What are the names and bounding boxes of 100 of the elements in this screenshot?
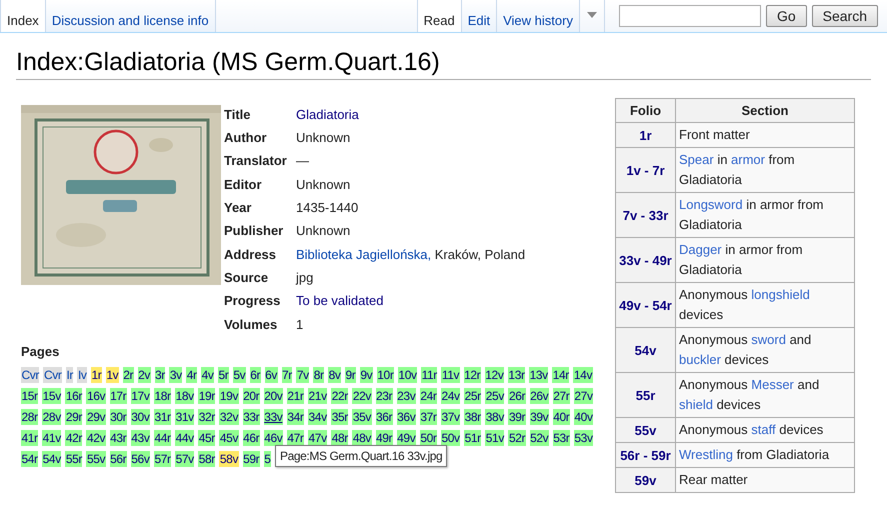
page-link[interactable]: 37v xyxy=(440,409,460,426)
page-link[interactable]: 29v xyxy=(86,409,106,426)
page-link[interactable]: 25v xyxy=(485,388,504,404)
page-link[interactable]: 36r xyxy=(376,409,393,426)
search-field[interactable] xyxy=(618,5,761,27)
page-link[interactable]: 6v xyxy=(264,367,278,384)
page-link[interactable]: 27v xyxy=(574,388,594,404)
page-link[interactable]: 45r xyxy=(198,430,216,446)
page-link[interactable]: 11v xyxy=(441,367,460,384)
page-link[interactable]: 46r xyxy=(242,430,260,446)
page-link[interactable]: Iv xyxy=(77,367,88,384)
page-link[interactable]: 51v xyxy=(485,430,504,446)
page-link[interactable]: 19v xyxy=(219,388,239,404)
page-link[interactable]: 59r xyxy=(242,451,260,468)
page-link[interactable]: 52r xyxy=(508,430,526,446)
dropdown-button[interactable] xyxy=(578,0,605,32)
page-link[interactable]: 28r xyxy=(21,409,38,426)
link[interactable]: Wrestling xyxy=(679,447,733,462)
link[interactable]: buckler xyxy=(679,352,721,367)
page-link[interactable]: 55v xyxy=(86,451,106,468)
link[interactable]: Messer xyxy=(751,377,794,392)
page-link[interactable]: 35r xyxy=(331,409,348,426)
page-link[interactable]: 23r xyxy=(376,388,393,404)
field-link[interactable]: Gladiatoria xyxy=(296,104,359,124)
tab[interactable]: Read xyxy=(416,0,461,32)
page-link[interactable]: 14r xyxy=(552,367,570,384)
go-button[interactable]: Go xyxy=(766,5,807,27)
page-link[interactable]: 34r xyxy=(286,409,304,426)
page-link[interactable]: 4r xyxy=(186,367,198,384)
page-link[interactable]: 22v xyxy=(352,388,372,404)
page-link[interactable]: 25r xyxy=(464,388,482,404)
link[interactable]: sword xyxy=(751,332,786,347)
tab[interactable]: Edit xyxy=(460,0,496,32)
page-link[interactable]: 15r xyxy=(21,388,38,404)
page-link[interactable]: 57v xyxy=(175,451,194,468)
page-link[interactable]: 50v xyxy=(440,430,460,446)
page-link[interactable]: 57r xyxy=(154,451,172,468)
page-link[interactable]: 43v xyxy=(130,430,150,446)
page-link[interactable]: 3r xyxy=(154,367,166,384)
page-link[interactable]: 53r xyxy=(552,430,570,446)
page-link[interactable]: 56v xyxy=(130,451,150,468)
page-link[interactable]: 7r xyxy=(282,367,292,384)
page-link[interactable]: 31r xyxy=(154,409,172,426)
page-link[interactable]: 39r xyxy=(508,409,526,426)
page-link[interactable]: 20r xyxy=(242,388,260,404)
page-link[interactable]: 17r xyxy=(110,388,127,404)
page-link[interactable]: 42r xyxy=(65,430,82,446)
page-link[interactable]: 1v xyxy=(106,367,119,384)
page-link[interactable]: Cvr xyxy=(43,367,62,384)
page-link[interactable]: 4v xyxy=(201,367,214,384)
page-link[interactable]: 6r xyxy=(250,367,261,384)
page-link[interactable]: 35v xyxy=(352,409,372,426)
link[interactable]: armor xyxy=(731,152,765,167)
page-link[interactable]: 29r xyxy=(65,409,82,426)
page-link[interactable]: 39v xyxy=(530,409,549,426)
page-link[interactable]: 5r xyxy=(218,367,229,384)
page-link[interactable]: 7v xyxy=(296,367,310,384)
page-link[interactable]: 18r xyxy=(154,388,172,404)
page-link[interactable]: 33r xyxy=(242,409,260,426)
field-link[interactable]: To be validated xyxy=(296,291,384,311)
page-link[interactable]: 13r xyxy=(508,367,526,384)
page-link[interactable]: 9v xyxy=(360,367,373,384)
link[interactable]: Spear xyxy=(679,152,714,167)
page-link[interactable]: 58r xyxy=(198,451,216,468)
page-link[interactable]: 24v xyxy=(440,388,460,404)
page-link[interactable]: 17v xyxy=(130,388,150,404)
page-link[interactable]: Ir xyxy=(66,367,74,384)
page-link[interactable]: 11r xyxy=(421,367,438,384)
page-link[interactable]: 18v xyxy=(175,388,194,404)
page-link[interactable]: 34v xyxy=(308,409,328,426)
page-link[interactable]: 49r xyxy=(376,430,393,446)
page-link[interactable]: 21r xyxy=(286,388,304,404)
page-link[interactable]: 48r xyxy=(331,430,348,446)
page-link[interactable]: 14v xyxy=(573,367,593,384)
page-link[interactable]: 16r xyxy=(65,388,82,404)
page-link[interactable]: 41r xyxy=(21,430,38,446)
page-link[interactable]: 55r xyxy=(65,451,82,468)
page-link[interactable]: 53v xyxy=(574,430,594,446)
page-link[interactable]: 36v xyxy=(396,409,416,426)
tab[interactable]: View history xyxy=(496,0,579,32)
link[interactable]: Dagger xyxy=(679,242,722,257)
page-link[interactable]: 20v xyxy=(264,388,283,404)
tab[interactable]: Discussion and license info xyxy=(44,0,215,32)
page-link[interactable]: 9r xyxy=(345,367,356,384)
page-link[interactable]: 43r xyxy=(110,430,127,446)
page-link[interactable]: 48v xyxy=(352,430,372,446)
page-link[interactable]: 40r xyxy=(552,409,570,426)
page-link[interactable]: 19r xyxy=(198,388,216,404)
page-link[interactable]: 49v xyxy=(396,430,416,446)
link[interactable]: staff xyxy=(751,422,776,437)
page-link[interactable]: Cvr xyxy=(21,367,40,384)
page-link[interactable]: 3v xyxy=(169,367,182,384)
page-link[interactable]: 24r xyxy=(420,388,437,404)
page-link[interactable]: 10r xyxy=(376,367,394,384)
page-link[interactable]: 38v xyxy=(485,409,504,426)
page-link[interactable]: 56r xyxy=(110,451,127,468)
page-link[interactable]: 58v xyxy=(219,451,239,468)
link[interactable]: shield xyxy=(679,397,713,412)
page-link[interactable]: 50r xyxy=(420,430,437,446)
page-link[interactable]: 42v xyxy=(86,430,106,446)
